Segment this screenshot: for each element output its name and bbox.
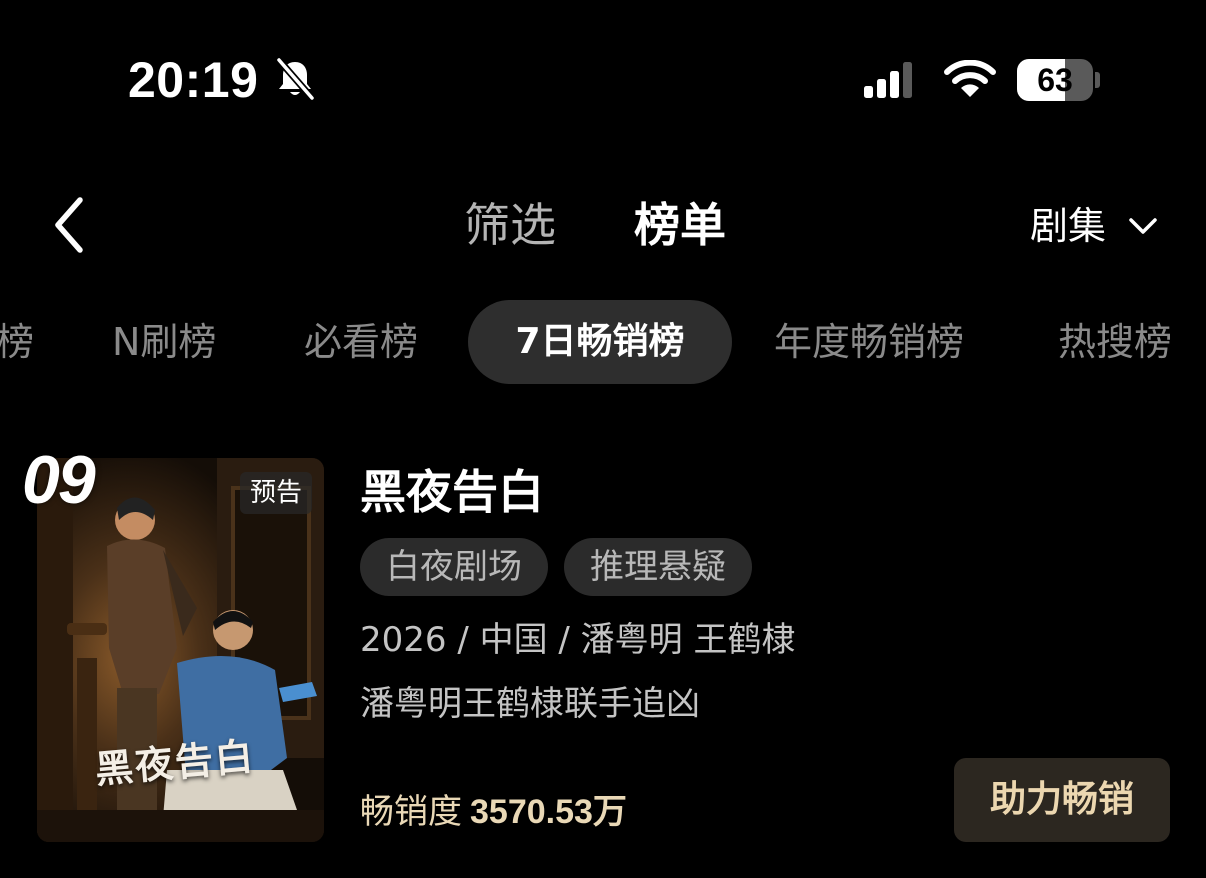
ranking-tab-bar: 榜 N刷榜 必看榜 7日畅销榜 年度畅销榜 热搜榜 (0, 300, 1206, 384)
sales-value: 3570.53万 (470, 793, 627, 831)
back-chevron-icon[interactable] (40, 190, 100, 260)
show-title[interactable]: 黑夜告白 (360, 462, 544, 522)
tag-theater[interactable]: 白夜剧场 (360, 538, 548, 596)
category-label: 剧集 (1030, 204, 1107, 248)
cellular-signal-icon (864, 62, 912, 98)
status-time: 20:19 (128, 52, 259, 108)
boost-sales-button[interactable]: 助力畅销 (954, 758, 1170, 842)
bell-muted-icon (276, 57, 315, 101)
rank-tab-annual-bestseller[interactable]: 年度畅销榜 (774, 300, 964, 384)
chevron-down-icon (1129, 218, 1157, 234)
battery-cap (1095, 72, 1100, 88)
sales-label: 畅销度 (360, 792, 462, 832)
rank-tab-7day-bestseller[interactable]: 7日畅销榜 (468, 300, 732, 384)
rank-tab-partial[interactable]: 榜 (0, 300, 34, 384)
rank-tab-rewatch[interactable]: N刷榜 (112, 300, 216, 384)
sales-score: 畅销度 3570.53万 (360, 788, 627, 836)
tab-ranking[interactable]: 榜单 (634, 195, 726, 255)
show-meta: 2026 / 中国 / 潘粤明 王鹤棣 (360, 620, 796, 660)
battery-percentage: 63 (1037, 62, 1073, 98)
tab-filter[interactable]: 筛选 (464, 195, 556, 255)
category-dropdown[interactable]: 剧集 (1030, 200, 1158, 252)
rank-tab-hot-search[interactable]: 热搜榜 (1058, 300, 1172, 384)
rank-number: 09 (22, 442, 96, 518)
trailer-badge: 预告 (239, 472, 312, 514)
status-bar: 20:19 63 (0, 0, 1206, 150)
tag-genre[interactable]: 推理悬疑 (564, 538, 752, 596)
wifi-icon (944, 60, 996, 97)
show-description: 潘粤明王鹤棣联手追凶 (360, 684, 700, 724)
rank-tab-must-watch[interactable]: 必看榜 (304, 300, 418, 384)
battery-icon: 63 (1017, 59, 1093, 101)
